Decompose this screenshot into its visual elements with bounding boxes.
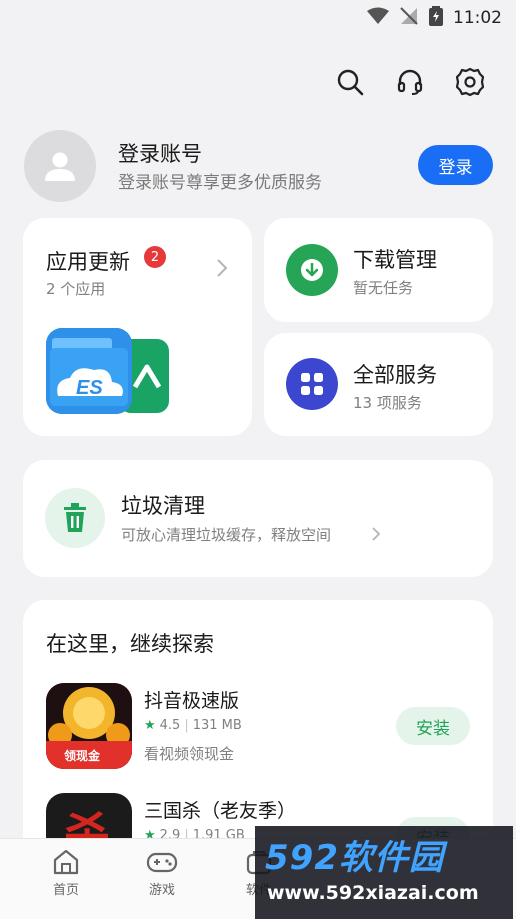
- chevron-right-icon: [216, 258, 228, 282]
- login-subtitle: 登录账号尊享更多优质服务: [118, 173, 322, 193]
- app-name: 抖音极速版: [144, 690, 240, 712]
- app-description: 看视频领现金: [144, 745, 235, 763]
- home-icon: [53, 849, 79, 875]
- chevron-right-icon: [371, 526, 381, 546]
- update-count-badge: 2: [144, 246, 166, 268]
- gamepad-icon: [146, 852, 178, 873]
- star-icon: ★: [144, 718, 156, 733]
- services-title: 全部服务: [353, 363, 437, 387]
- download-title: 下载管理: [353, 248, 437, 272]
- headset-icon[interactable]: [390, 62, 430, 102]
- es-explorer-icon: ES: [46, 328, 132, 414]
- app-size: 131 MB: [192, 718, 242, 733]
- explore-title: 在这里，继续探索: [46, 632, 214, 656]
- trash-icon: [45, 488, 105, 548]
- cleanup-title: 垃圾清理: [121, 494, 205, 518]
- app-meta: ★ 4.5 | 131 MB: [144, 718, 242, 733]
- tab-label: 首页: [52, 883, 79, 898]
- meta-divider: |: [184, 718, 189, 733]
- all-services-card[interactable]: 全部服务 13 项服务: [264, 333, 493, 436]
- app-name: 三国杀（老友季）: [144, 800, 297, 822]
- status-time: 11:02: [453, 8, 502, 28]
- download-manager-card[interactable]: 下载管理 暂无任务: [264, 218, 493, 322]
- search-icon[interactable]: [330, 62, 370, 102]
- tab-home[interactable]: 首页: [36, 849, 96, 898]
- battery-icon: [429, 6, 443, 30]
- services-subtitle: 13 项服务: [353, 394, 422, 412]
- download-icon: [286, 244, 338, 296]
- grid-icon: [286, 358, 338, 410]
- svg-text:ES: ES: [76, 377, 103, 399]
- avatar[interactable]: [24, 130, 96, 202]
- install-button[interactable]: 安装: [396, 707, 470, 745]
- watermark-brand: 592软件园: [265, 838, 444, 878]
- user-icon: [45, 152, 75, 181]
- login-button[interactable]: 登录: [418, 145, 493, 185]
- wifi-icon: [367, 7, 389, 29]
- app-rating: 4.5: [159, 718, 181, 733]
- settings-icon[interactable]: [450, 62, 490, 102]
- app-update-card[interactable]: 应用更新 2 2 个应用 ES: [23, 218, 252, 436]
- login-title[interactable]: 登录账号: [118, 138, 202, 168]
- watermark-url: www.592xiazai.com: [267, 882, 479, 904]
- status-bar: 11:02: [0, 0, 516, 36]
- watermark: 592软件园 www.592xiazai.com: [255, 826, 513, 919]
- no-signal-icon: [399, 7, 419, 29]
- douyin-icon-label: 领现金: [64, 749, 101, 763]
- app-update-subtitle: 2 个应用: [46, 280, 106, 298]
- download-subtitle: 暂无任务: [353, 279, 414, 297]
- tab-label: 游戏: [148, 883, 175, 898]
- cleanup-subtitle: 可放心清理垃圾缓存，释放空间: [121, 526, 332, 544]
- status-icons: 11:02: [367, 6, 502, 30]
- cleanup-card[interactable]: 垃圾清理 可放心清理垃圾缓存，释放空间: [23, 460, 493, 577]
- app-update-title: 应用更新: [46, 250, 130, 274]
- tab-games[interactable]: 游戏: [132, 849, 192, 898]
- list-item[interactable]: 领现金 抖音极速版 ★ 4.5 | 131 MB 看视频领现金 安装: [23, 680, 493, 772]
- douyin-app-icon: 领现金: [46, 683, 132, 769]
